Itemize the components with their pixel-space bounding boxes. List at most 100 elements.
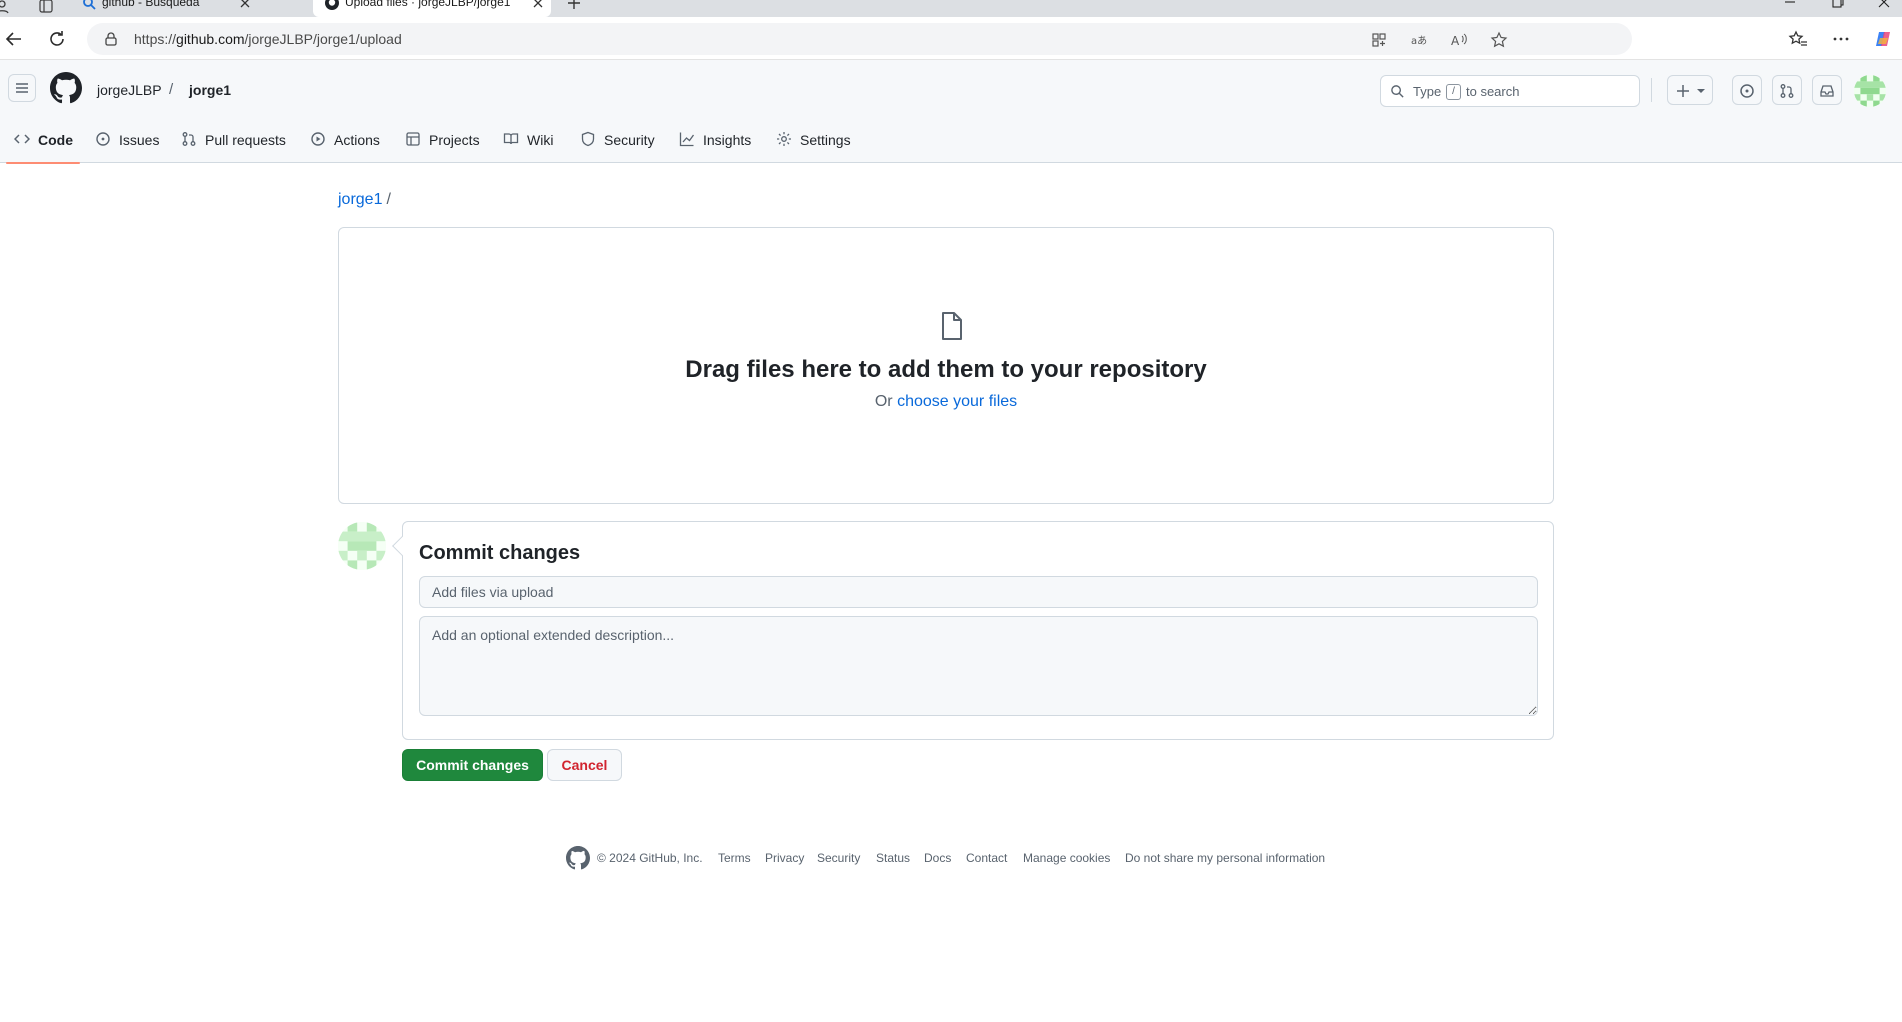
footer-link-manage-cookies[interactable]: Manage cookies [1023,851,1110,865]
book-icon [503,133,519,145]
commit-summary-input[interactable] [419,576,1538,608]
context-repo-link[interactable]: jorge1 [189,82,231,98]
search-placeholder-prefix: Type [1413,84,1442,99]
issue-opened-icon [96,132,110,146]
footer-link-docs[interactable]: Docs [924,851,951,865]
breadcrumb-repo-link[interactable]: jorge1 [338,191,382,208]
tab-pull-requests[interactable]: Pull requests [181,117,293,163]
tab-label: Actions [334,132,380,148]
reload-icon[interactable] [47,29,67,49]
file-icon [942,312,962,340]
git-pull-request-icon [182,132,196,146]
plus-icon [1677,85,1689,97]
github-header: jorgeJLBP / jorge1 Type / to search Code… [0,60,1902,164]
browser-tab-search[interactable]: github - Búsqueda [70,0,308,17]
copilot-icon[interactable] [1873,29,1893,49]
user-avatar[interactable] [1854,75,1886,107]
tab-label: Security [604,132,655,148]
browser-tab-upload[interactable]: Upload files · jorgeJLBP/jorge1 [313,0,551,17]
commit-author-avatar [338,522,386,570]
tab-title: github - Búsqueda [102,0,200,9]
footer-link-do-not-share[interactable]: Do not share my personal information [1125,851,1325,865]
tab-actions[interactable]: Actions [310,117,392,163]
read-aloud-icon[interactable]: A [1450,31,1468,49]
selected-tab-underline [6,162,80,164]
search-shortcut-key: / [1446,84,1461,100]
tab-projects[interactable]: Projects [405,117,485,163]
file-drop-zone[interactable]: Drag files here to add them to your repo… [338,227,1554,504]
choose-files-link[interactable]: choose your files [897,393,1017,410]
back-icon[interactable] [4,29,24,49]
tab-issues[interactable]: Issues [95,117,165,163]
inbox-icon [1820,85,1834,97]
inbox-button[interactable] [1812,75,1842,105]
create-new-button[interactable] [1667,75,1713,105]
tab-label: Wiki [527,132,554,148]
footer-link-security[interactable]: Security [817,851,860,865]
identicon-icon [1854,75,1886,107]
gear-icon [777,132,791,146]
issues-button[interactable] [1732,75,1762,105]
close-tab-icon[interactable] [238,0,252,10]
context-owner-link[interactable]: jorgeJLBP [97,82,162,98]
commit-box-caret [392,536,412,556]
commit-changes-button[interactable]: Commit changes [402,749,543,781]
pull-requests-button[interactable] [1772,75,1802,105]
footer-link-privacy[interactable]: Privacy [765,851,804,865]
tab-wiki[interactable]: Wiki [503,117,558,163]
shield-icon [581,131,595,147]
identicon-icon [338,522,386,570]
footer-link-terms[interactable]: Terms [718,851,751,865]
drop-zone-prefix: Or [874,393,893,410]
breadcrumb-separator: / [386,191,391,208]
address-url: https://github.com/jorgeJLBP/jorge1/uplo… [134,31,402,47]
search-favicon-icon [83,0,96,10]
search-input[interactable]: Type / to search [1380,75,1640,107]
tab-label: Insights [703,132,752,148]
tab-label: Issues [119,132,160,148]
github-logo-icon[interactable] [566,846,590,870]
lock-icon[interactable] [103,31,119,47]
tab-settings[interactable]: Settings [776,117,856,163]
issue-opened-icon [1740,84,1754,98]
tab-label: Code [38,132,73,148]
graph-icon [679,132,695,147]
drop-zone-subtitle: Or choose your files [339,393,1553,411]
search-icon [1391,85,1404,98]
footer-link-status[interactable]: Status [876,851,910,865]
browser-toolbar: https://github.com/jorgeJLBP/jorge1/uplo… [0,17,1902,60]
commit-form: Commit changes [392,521,1554,740]
menu-button[interactable] [8,74,36,102]
vertical-tabs-icon[interactable] [38,0,54,14]
footer-copyright: © 2024 GitHub, Inc. [597,851,703,865]
close-tab-icon[interactable] [531,0,545,10]
favorite-star-icon[interactable] [1490,31,1508,49]
tab-security[interactable]: Security [580,117,660,163]
tab-label: Projects [429,132,480,148]
github-logo-icon[interactable] [50,72,82,104]
app-available-icon[interactable] [1370,31,1388,49]
new-tab-icon[interactable] [566,0,582,11]
cancel-button[interactable]: Cancel [547,749,622,781]
svg-text:aあ: aあ [1411,35,1427,47]
favorites-icon[interactable] [1788,29,1808,49]
context-separator: / [169,81,174,98]
minimize-icon[interactable] [1782,0,1798,10]
tab-insights[interactable]: Insights [679,117,759,163]
table-icon [406,132,420,146]
restore-icon[interactable] [1830,0,1846,10]
footer-link-contact[interactable]: Contact [966,851,1007,865]
commit-description-textarea[interactable] [419,616,1538,716]
address-bar[interactable]: https://github.com/jorgeJLBP/jorge1/uplo… [87,23,1632,55]
translate-icon[interactable]: aあ [1410,31,1428,49]
tab-title: Upload files · jorgeJLBP/jorge1 [345,0,511,9]
header-divider [1651,78,1652,102]
more-options-icon[interactable] [1831,29,1851,49]
tab-code[interactable]: Code [6,117,80,164]
code-icon [14,134,30,144]
git-pull-request-icon [1780,84,1794,98]
tab-label: Pull requests [205,132,286,148]
profile-icon[interactable] [0,0,10,14]
close-window-icon[interactable] [1876,0,1892,10]
drop-zone-title: Drag files here to add them to your repo… [685,356,1207,383]
